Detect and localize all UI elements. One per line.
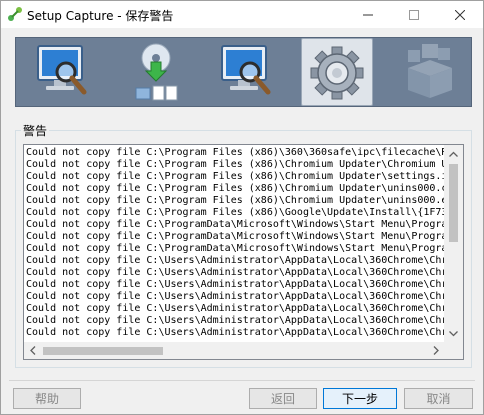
back-button[interactable]: 返回 — [249, 388, 317, 409]
package-boxes-icon — [408, 44, 452, 98]
warning-line[interactable]: Could not copy file C:\Program Files (x8… — [26, 171, 444, 183]
chevron-left-icon — [29, 346, 35, 355]
monitor-magnifier-icon — [37, 45, 87, 95]
warning-line[interactable]: Could not copy file C:\Program Files (x8… — [26, 207, 444, 219]
warning-line[interactable]: Could not copy file C:\Users\Administrat… — [26, 255, 444, 267]
step-install — [120, 38, 192, 106]
disc-install-icon — [135, 43, 178, 101]
maximize-icon — [409, 9, 419, 20]
warnings-label: 警告 — [21, 122, 50, 139]
monitor-magnifier-icon — [221, 45, 271, 95]
step-package — [394, 38, 466, 106]
minimize-icon — [363, 14, 373, 15]
warning-line[interactable]: Could not copy file C:\Users\Administrat… — [26, 303, 444, 315]
vertical-scrollbar[interactable] — [444, 145, 463, 342]
warnings-lines: Could not copy file C:\Program Files (x8… — [24, 145, 444, 342]
warning-line[interactable]: Could not copy file C:\ProgramData\Micro… — [26, 219, 444, 231]
warning-line[interactable]: Could not copy file C:\Program Files (x8… — [26, 183, 444, 195]
wizard-step-toolbar — [15, 37, 472, 107]
gear-icon — [310, 46, 364, 100]
vertical-scroll-thumb[interactable] — [449, 164, 458, 242]
minimize-button[interactable] — [345, 1, 391, 28]
chevron-up-icon — [449, 151, 458, 157]
window-title: Setup Capture - 保存警告 — [27, 9, 174, 23]
scroll-down-button[interactable] — [444, 325, 463, 342]
app-icon — [7, 6, 23, 22]
footer-divider — [9, 380, 475, 381]
warning-line[interactable]: Could not copy file C:\Program Files (x8… — [26, 195, 444, 207]
warning-line[interactable]: Could not copy file C:\Users\Administrat… — [26, 267, 444, 279]
cancel-button[interactable]: 取消 — [404, 388, 473, 409]
warning-line[interactable]: Could not copy file C:\Users\Administrat… — [26, 291, 444, 303]
step-configure — [301, 38, 373, 106]
horizontal-scrollbar[interactable] — [24, 342, 444, 359]
warnings-group: 警告 Could not copy file C:\Program Files … — [15, 118, 472, 368]
horizontal-scroll-thumb[interactable] — [43, 347, 163, 355]
warnings-list[interactable]: Could not copy file C:\Program Files (x8… — [23, 144, 464, 360]
warning-line[interactable]: Could not copy file C:\ProgramData\Micro… — [26, 231, 444, 243]
warning-line[interactable]: Could not copy file C:\Users\Administrat… — [26, 315, 444, 327]
step-post-scan — [212, 38, 284, 106]
title-bar[interactable]: Setup Capture - 保存警告 — [1, 1, 483, 28]
help-button[interactable]: 帮助 — [13, 388, 81, 409]
chevron-down-icon — [449, 330, 458, 336]
scroll-up-button[interactable] — [444, 145, 463, 162]
warning-line[interactable]: Could not copy file C:\Users\Administrat… — [26, 279, 444, 291]
next-button[interactable]: 下一步 — [323, 388, 397, 409]
close-button[interactable] — [437, 1, 483, 28]
step-pre-scan — [28, 38, 100, 106]
warning-line[interactable]: Could not copy file C:\ProgramData\Micro… — [26, 243, 444, 255]
setup-capture-window: Setup Capture - 保存警告 警告 Could not copy f… — [0, 0, 484, 415]
chevron-right-icon — [433, 346, 439, 355]
scroll-left-button[interactable] — [24, 342, 41, 359]
maximize-button[interactable] — [391, 1, 437, 28]
scroll-right-button[interactable] — [427, 342, 444, 359]
scrollbar-corner — [444, 342, 463, 359]
warning-line[interactable]: Could not copy file C:\Program Files (x8… — [26, 147, 444, 159]
close-icon — [455, 9, 465, 20]
warning-line[interactable]: Could not copy file C:\Program Files (x8… — [26, 159, 444, 171]
warning-line[interactable]: Could not copy file C:\Users\Administrat… — [26, 327, 444, 339]
